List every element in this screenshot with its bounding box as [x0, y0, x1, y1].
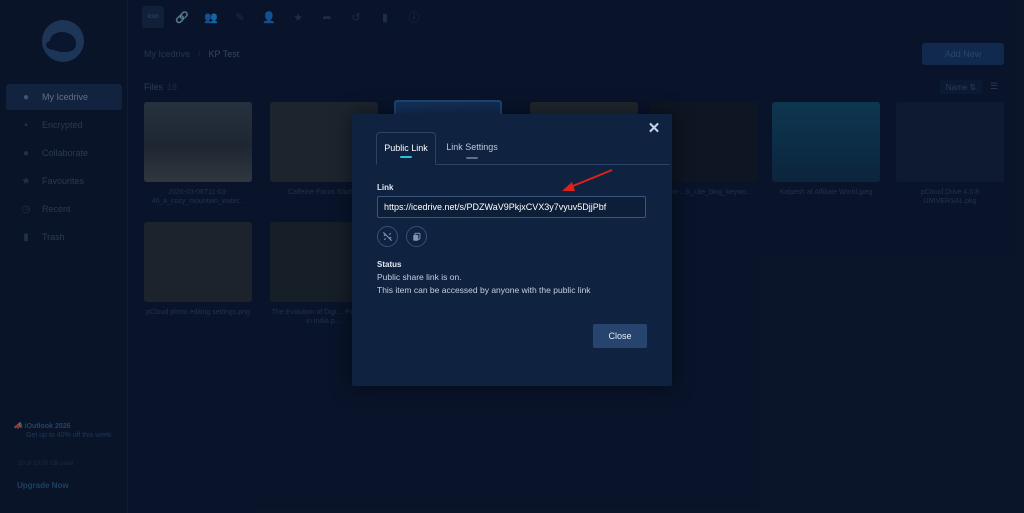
- tab-label: Link Settings: [446, 142, 498, 152]
- dialog-tabs: Public Link Link Settings: [376, 132, 670, 165]
- link-label: Link: [377, 183, 394, 192]
- status-line-1: Public share link is on.: [377, 272, 462, 282]
- share-link-dialog: ✕ Public Link Link Settings Link Status …: [352, 114, 672, 386]
- public-link-input[interactable]: [377, 196, 646, 218]
- unlink-icon: [382, 231, 393, 242]
- tab-indicator: [400, 156, 412, 158]
- copy-icon: [412, 232, 420, 241]
- annotation-arrow-icon: [562, 169, 613, 191]
- status-label: Status: [377, 260, 402, 269]
- disable-link-button[interactable]: [377, 226, 398, 247]
- close-button[interactable]: Close: [593, 324, 647, 348]
- status-line-2: This item can be accessed by anyone with…: [377, 285, 591, 295]
- tab-label: Public Link: [384, 143, 428, 153]
- copy-link-button[interactable]: [406, 226, 427, 247]
- tab-indicator: [466, 157, 478, 159]
- tab-link-settings[interactable]: Link Settings: [436, 132, 508, 165]
- tab-public-link[interactable]: Public Link: [376, 132, 436, 165]
